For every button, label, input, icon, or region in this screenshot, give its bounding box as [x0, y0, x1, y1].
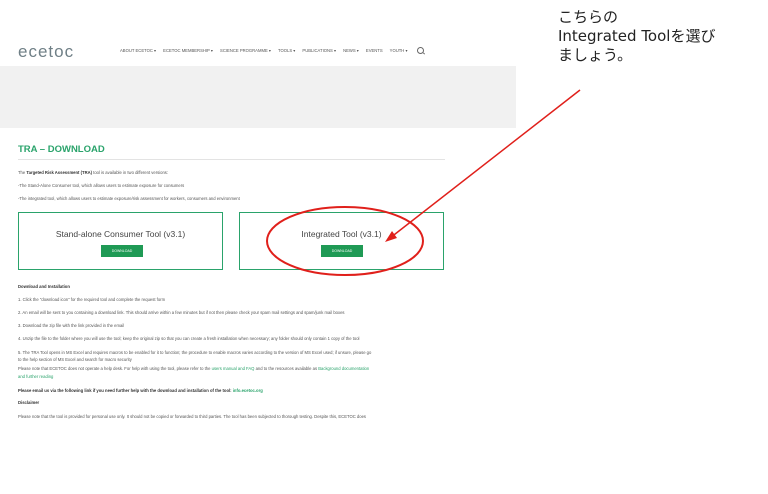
bullet-consumer: -The Stand-Alone Consumer tool, which al…: [18, 183, 185, 188]
ecetoc-logo[interactable]: ecetoc: [18, 42, 74, 62]
main-nav: ABOUT ECETOC ▾ ECETOC MEMBERSHIP ▾ SCIEN…: [120, 47, 424, 54]
integrated-tool-title: Integrated Tool (v3.1): [301, 229, 382, 239]
install-heading: Download and Installation: [18, 284, 70, 289]
email-help-text: Please email us via the following link i…: [18, 388, 263, 393]
nav-youth[interactable]: YOUTH ▾: [390, 48, 408, 53]
consumer-tool-card: Stand-alone Consumer Tool (v3.1) DOWNLOA…: [18, 212, 223, 270]
step-5: 5. The TRA Tool opens in MS Excel and re…: [18, 350, 372, 355]
disclaimer-text: Please note that the tool is provided fo…: [18, 414, 367, 419]
nav-tools[interactable]: TOOLS ▾: [278, 48, 295, 53]
web-page: ecetoc ABOUT ECETOC ▾ ECETOC MEMBERSHIP …: [0, 0, 516, 494]
consumer-tool-title: Stand-alone Consumer Tool (v3.1): [55, 229, 186, 239]
nav-publications[interactable]: PUBLICATIONS ▾: [302, 48, 336, 53]
nav-science-programme[interactable]: SCIENCE PROGRAMME ▾: [220, 48, 271, 53]
integrated-download-button[interactable]: DOWNLOAD: [321, 245, 363, 257]
annotation-text: こちらの Integrated Toolを選び ましょう。: [558, 8, 716, 64]
consumer-download-button[interactable]: DOWNLOAD: [101, 245, 143, 257]
help-note: Please note that ECETOC does not operate…: [18, 366, 370, 371]
integrated-tool-card: Integrated Tool (v3.1) DOWNLOAD: [239, 212, 444, 270]
page-title: TRA – DOWNLOAD: [18, 144, 105, 155]
nav-events[interactable]: EVENTS: [366, 48, 383, 53]
bullet-integrated: -The integrated tool, which allows users…: [18, 196, 240, 201]
nav-about[interactable]: ABOUT ECETOC ▾: [120, 48, 156, 53]
nav-membership[interactable]: ECETOC MEMBERSHIP ▾: [163, 48, 213, 53]
users-manual-link[interactable]: users manual and FAQ: [212, 366, 255, 371]
nav-news[interactable]: NEWS ▾: [343, 48, 359, 53]
email-link[interactable]: info.ecetoc.org: [233, 388, 263, 393]
title-divider: [18, 159, 445, 160]
step-5-cont: to the help section of MS Excel and sear…: [18, 357, 132, 362]
hero-banner: [0, 66, 516, 128]
step-4: 4. Unzip the file to the folder where yo…: [18, 336, 360, 341]
further-reading-link[interactable]: and further reading: [18, 374, 53, 379]
step-2: 2. An email will be sent to you containi…: [18, 310, 345, 315]
background-doc-link[interactable]: Background documentation: [318, 366, 369, 371]
step-1: 1. Click the "download icon" for the req…: [18, 297, 166, 302]
disclaimer-heading: Disclaimer: [18, 400, 40, 405]
intro-text: The Targeted Risk Assessment (TRA) tool …: [18, 170, 169, 175]
step-3: 3. Download the zip file with the link p…: [18, 323, 125, 328]
search-icon[interactable]: [416, 47, 424, 54]
